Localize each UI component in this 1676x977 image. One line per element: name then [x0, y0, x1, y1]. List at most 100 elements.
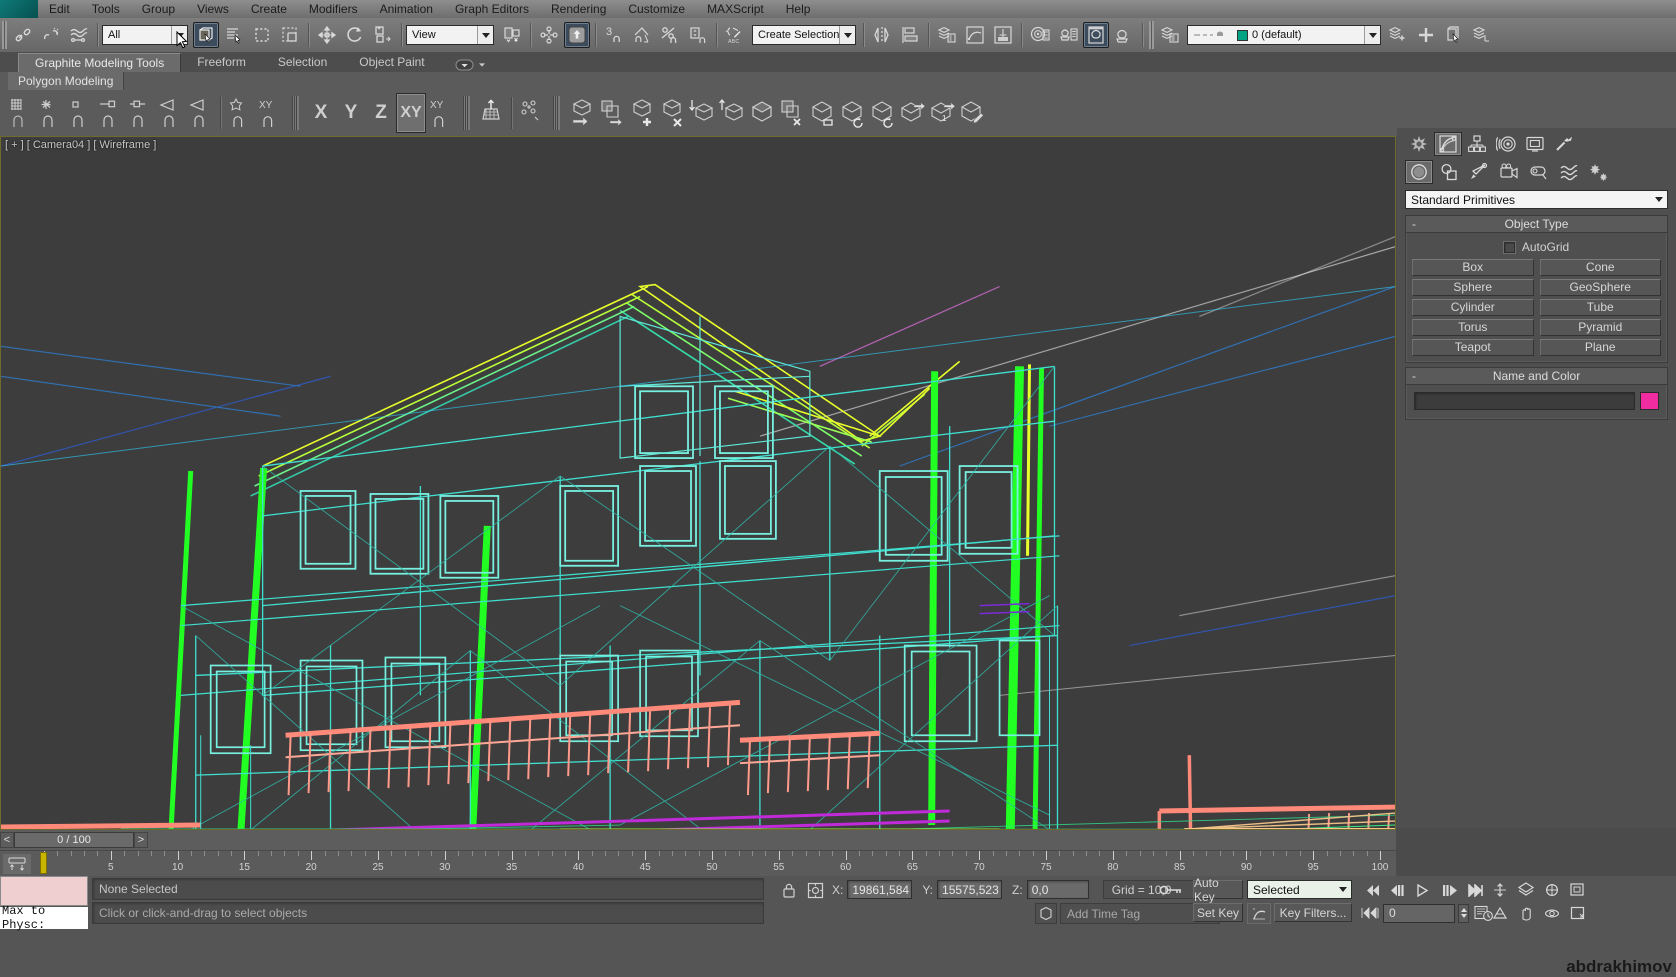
align-icon[interactable]	[897, 22, 923, 48]
layer-manager-icon[interactable]	[934, 22, 960, 48]
edit-named-selection-icon[interactable]: ABC	[722, 22, 748, 48]
percent-snap-icon[interactable]	[657, 22, 683, 48]
create-tube-button[interactable]: Tube	[1540, 299, 1662, 316]
frame-spinner[interactable]	[1458, 904, 1469, 923]
zoom-extents-icon[interactable]	[1540, 880, 1564, 900]
key-mode-icon[interactable]	[1360, 903, 1380, 923]
lock-selection-icon[interactable]	[778, 880, 800, 900]
polygon-subobject-icon[interactable]	[126, 93, 156, 133]
menu-item-modifiers[interactable]: Modifiers	[298, 0, 369, 18]
current-frame-field[interactable]: 0 / 100	[14, 832, 134, 848]
rendered-frame-window-icon[interactable]	[1083, 22, 1109, 48]
toolbar-grip[interactable]	[2, 21, 7, 49]
viewport[interactable]: [ + ] [ Camera04 ] [ Wireframe ]	[0, 136, 1396, 830]
menu-item-create[interactable]: Create	[240, 0, 298, 18]
remove-poly-icon[interactable]	[657, 93, 687, 133]
set-key-button[interactable]: Set Key	[1193, 903, 1243, 922]
geometry-subtab[interactable]	[1405, 160, 1433, 184]
z-coordinate-field[interactable]: 0,0	[1027, 880, 1089, 899]
select-and-rotate-icon[interactable]	[342, 22, 368, 48]
repeat-last-icon[interactable]	[597, 93, 627, 133]
ribbon-tab-selection[interactable]: Selection	[262, 53, 343, 72]
autogrid-checkbox[interactable]	[1504, 242, 1515, 253]
menu-item-edit[interactable]: Edit	[38, 0, 81, 18]
layer-explorer-icon[interactable]	[1157, 22, 1183, 48]
delete-cube-icon[interactable]	[777, 93, 807, 133]
bind-space-warp-icon[interactable]	[66, 22, 92, 48]
schematic-view-icon[interactable]	[990, 22, 1016, 48]
xy-plane-icon[interactable]: XY	[426, 93, 456, 133]
border-subobject-icon[interactable]	[96, 93, 126, 133]
x-coordinate-field[interactable]: 19861,584	[847, 880, 912, 899]
attach-cube-icon[interactable]	[807, 93, 837, 133]
rollout-collapse-icon[interactable]: -	[1412, 369, 1416, 383]
ribbon-overflow[interactable]	[455, 58, 486, 72]
motion-tab[interactable]	[1492, 132, 1520, 156]
ribbon-tab-graphite-modeling-tools[interactable]: Graphite Modeling Tools	[18, 53, 181, 72]
key-filters-button[interactable]: Key Filters...	[1274, 903, 1352, 922]
constraint-z-button[interactable]: Z	[366, 93, 396, 133]
maximize-viewport-icon[interactable]	[1566, 903, 1590, 923]
next-frame-arrow[interactable]: >	[134, 832, 148, 848]
go-to-start-icon[interactable]	[1360, 880, 1384, 900]
render-production-icon[interactable]	[1111, 22, 1137, 48]
update-cube-icon[interactable]	[837, 93, 867, 133]
previous-frame-icon[interactable]	[1386, 880, 1410, 900]
set-key-curve-icon[interactable]	[1247, 903, 1271, 924]
add-layer-icon[interactable]	[1413, 22, 1439, 48]
prev-frame-arrow[interactable]: <	[0, 832, 14, 848]
step-cube-icon[interactable]: 1	[927, 93, 957, 133]
create-pyramid-button[interactable]: Pyramid	[1540, 319, 1662, 336]
menu-item-help[interactable]: Help	[775, 0, 822, 18]
snaps-toggle-3-icon[interactable]: 3	[601, 22, 627, 48]
auto-key-button[interactable]: Auto Key	[1193, 880, 1243, 899]
add-poly-icon[interactable]	[627, 93, 657, 133]
ngon-subobject-icon[interactable]	[225, 93, 255, 133]
cube-solid-icon[interactable]	[747, 93, 777, 133]
track-bar[interactable]: 5101520253035404550556065707580859095100	[0, 850, 1396, 876]
time-tag-icon[interactable]	[1035, 903, 1057, 924]
rectangular-selection-region-icon[interactable]	[249, 22, 275, 48]
menu-item-rendering[interactable]: Rendering	[540, 0, 617, 18]
select-and-move-icon[interactable]	[314, 22, 340, 48]
zoom-icon[interactable]	[1488, 880, 1512, 900]
time-slider-handle[interactable]	[40, 852, 47, 874]
chevron-down-icon[interactable]	[839, 26, 855, 44]
select-and-manipulate-icon[interactable]	[536, 22, 562, 48]
generate-topology-xy-icon[interactable]: XY	[255, 93, 285, 133]
key-mode-toggle-icon[interactable]	[1158, 880, 1184, 900]
next-frame-icon[interactable]	[1438, 880, 1462, 900]
menu-item-tools[interactable]: Tools	[81, 0, 131, 18]
create-cylinder-button[interactable]: Cylinder	[1412, 299, 1534, 316]
menu-item-graph-editors[interactable]: Graph Editors	[444, 0, 540, 18]
select-link-icon[interactable]	[10, 22, 36, 48]
select-layer-object-icon[interactable]	[1441, 22, 1467, 48]
zoom-region-icon[interactable]	[1566, 880, 1590, 900]
collapse-up-icon[interactable]	[717, 93, 747, 133]
toolbar-grip-layers[interactable]	[1149, 21, 1154, 49]
create-plane-button[interactable]: Plane	[1540, 339, 1662, 356]
y-coordinate-field[interactable]: 15575,523	[937, 880, 1002, 899]
field-of-view-icon[interactable]	[1488, 903, 1512, 923]
chevron-down-icon[interactable]	[1335, 887, 1351, 892]
rollout-name-and-color-header[interactable]: - Name and Color	[1406, 368, 1667, 385]
object-name-field[interactable]	[1414, 392, 1635, 410]
reference-coordinate-combo[interactable]: View	[406, 25, 494, 45]
maxscript-listener-strip[interactable]	[0, 876, 88, 906]
create-torus-button[interactable]: Torus	[1412, 319, 1534, 336]
layer-hierarchy-icon[interactable]	[1469, 22, 1495, 48]
shapes-subtab[interactable]	[1435, 160, 1463, 184]
forward-cube-icon[interactable]	[897, 93, 927, 133]
pan-icon[interactable]	[1514, 903, 1538, 923]
mirror-icon[interactable]	[869, 22, 895, 48]
selection-filter-combo[interactable]: All	[102, 25, 188, 45]
autogrid-row[interactable]: AutoGrid	[1412, 237, 1661, 259]
material-editor-icon[interactable]	[1027, 22, 1053, 48]
render-setup-icon[interactable]	[1055, 22, 1081, 48]
create-pattern-icon[interactable]	[516, 93, 546, 133]
ribbon-tab-freeform[interactable]: Freeform	[181, 53, 262, 72]
create-teapot-button[interactable]: Teapot	[1412, 339, 1534, 356]
systems-subtab[interactable]	[1585, 160, 1613, 184]
named-selection-combo[interactable]: Create Selection Se	[752, 25, 856, 45]
menu-item-customize[interactable]: Customize	[617, 0, 696, 18]
